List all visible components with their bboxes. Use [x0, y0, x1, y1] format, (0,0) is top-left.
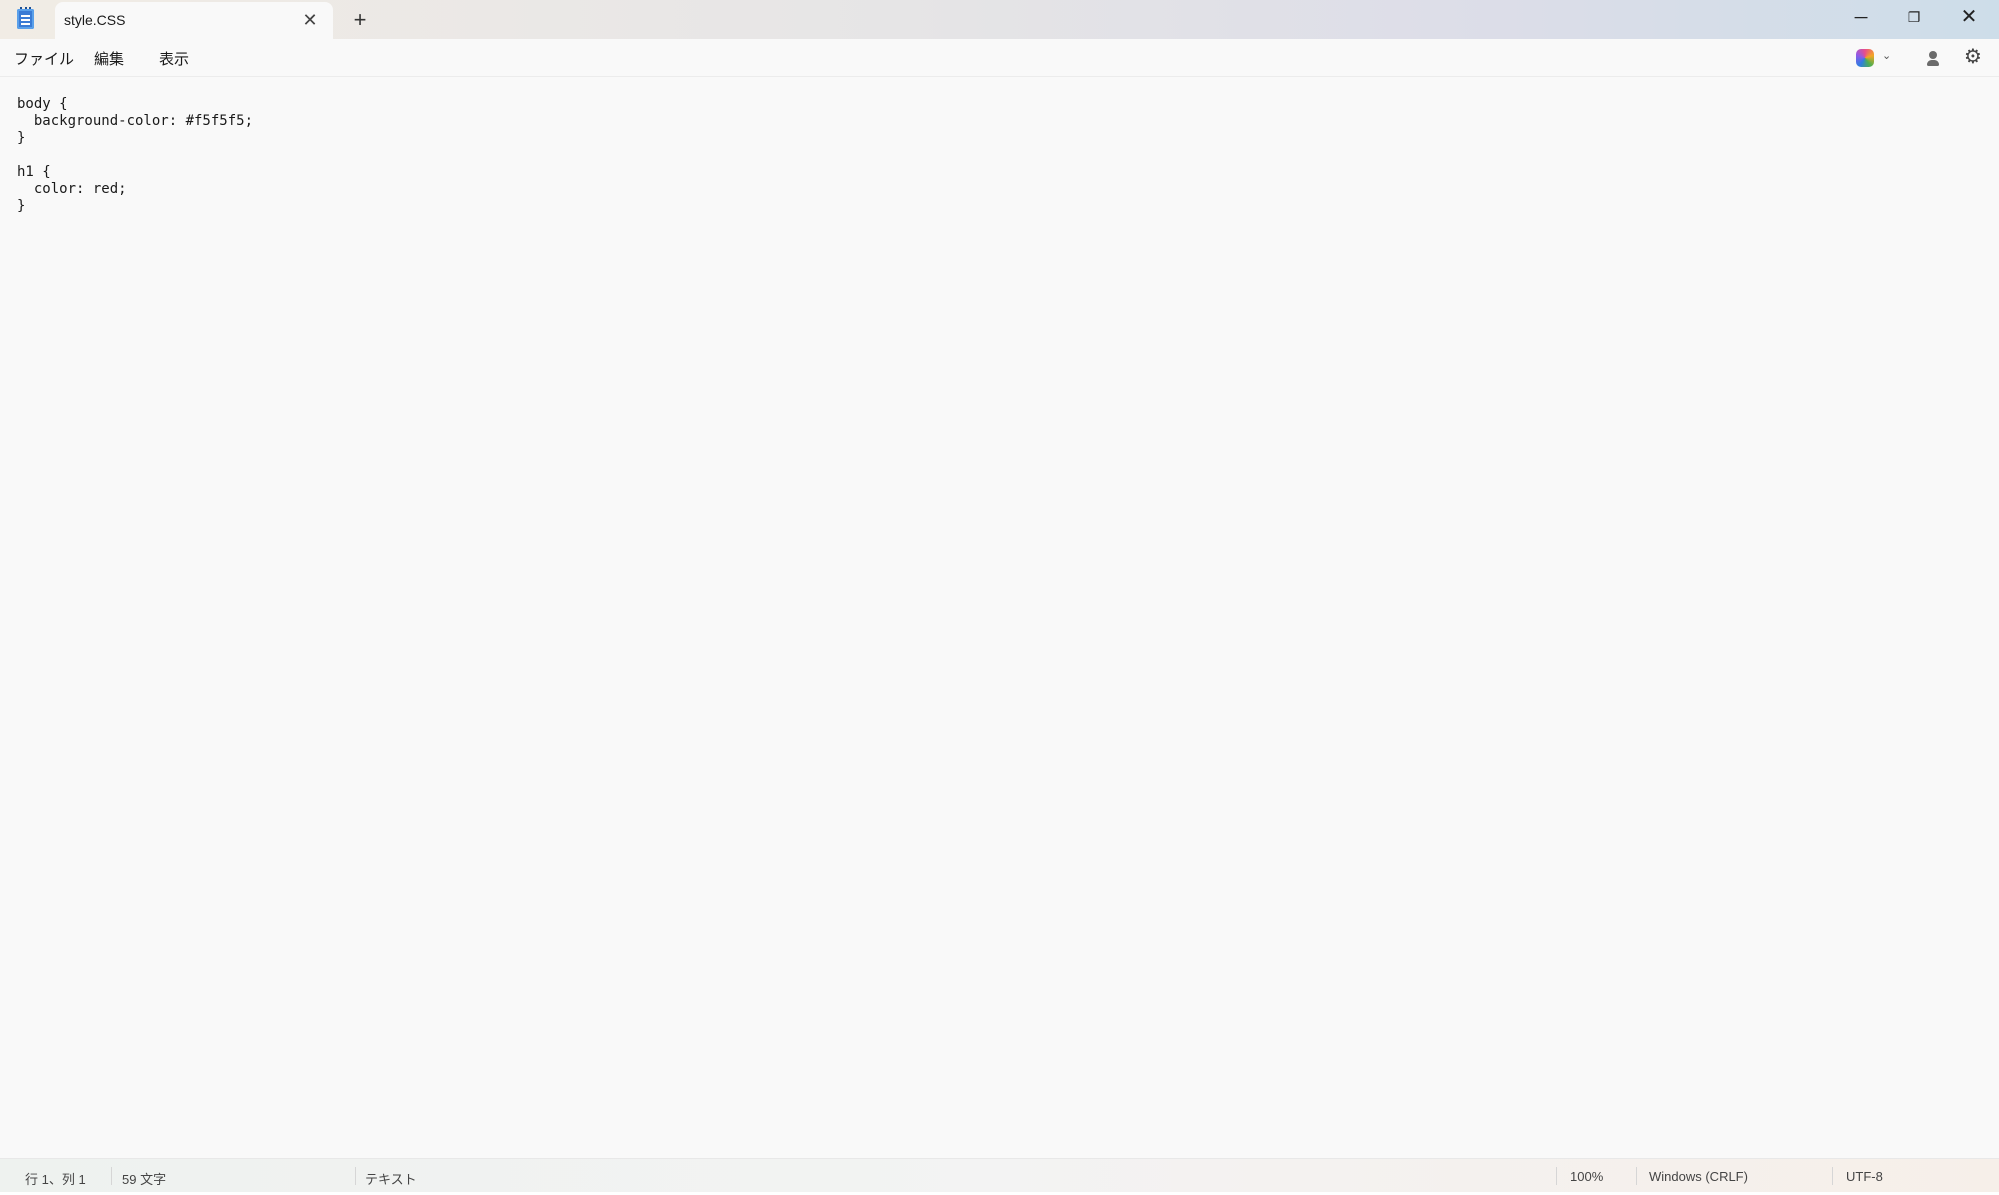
zoom-level[interactable]: 100%	[1570, 1169, 1603, 1184]
chevron-down-icon: ⌄	[1882, 50, 1892, 62]
text-mode[interactable]: テキスト	[365, 1169, 417, 1188]
menu-file[interactable]: ファイル	[14, 48, 74, 69]
status-divider	[355, 1167, 356, 1185]
editor-content[interactable]: body { background-color: #f5f5f5; } h1 {…	[17, 96, 253, 215]
menu-bar: ファイル 編集 表示 ⌄ ⚙	[0, 39, 1999, 77]
tab-style-css[interactable]: style.CSS ✕	[55, 2, 333, 39]
notepad-icon	[17, 7, 34, 29]
status-divider	[1556, 1167, 1557, 1185]
encoding[interactable]: UTF-8	[1846, 1169, 1883, 1184]
status-divider	[111, 1167, 112, 1185]
close-tab-icon[interactable]: ✕	[299, 9, 321, 31]
text-editor[interactable]: body { background-color: #f5f5f5; } h1 {…	[0, 78, 1999, 1156]
close-window-button[interactable]: ✕	[1943, 0, 1995, 34]
notepad-window: style.CSS ✕ + ─ ❐ ✕ ファイル 編集 表示 ⌄ ⚙ body …	[0, 0, 1999, 1195]
character-count: 59 文字	[122, 1172, 167, 1187]
copilot-button[interactable]: ⌄	[1852, 46, 1902, 70]
status-divider	[1636, 1167, 1637, 1185]
restore-button[interactable]: ❐	[1888, 0, 1940, 34]
menu-view[interactable]: 表示	[159, 48, 189, 69]
line-ending[interactable]: Windows (CRLF)	[1649, 1169, 1748, 1184]
account-icon[interactable]	[1922, 47, 1944, 69]
gear-icon[interactable]: ⚙	[1961, 45, 1985, 69]
copilot-icon	[1856, 49, 1874, 67]
menu-edit[interactable]: 編集	[94, 48, 124, 69]
cursor-position: 行 1、列 1	[25, 1172, 86, 1187]
title-bar: style.CSS ✕ + ─ ❐ ✕	[0, 0, 1999, 39]
status-bar: 行 1、列 1 59 文字 テキスト 100% Windows (CRLF) U…	[0, 1158, 1999, 1192]
new-tab-button[interactable]: +	[347, 7, 373, 33]
tab-title: style.CSS	[64, 12, 126, 28]
status-divider	[1832, 1167, 1833, 1185]
minimize-button[interactable]: ─	[1835, 0, 1887, 34]
